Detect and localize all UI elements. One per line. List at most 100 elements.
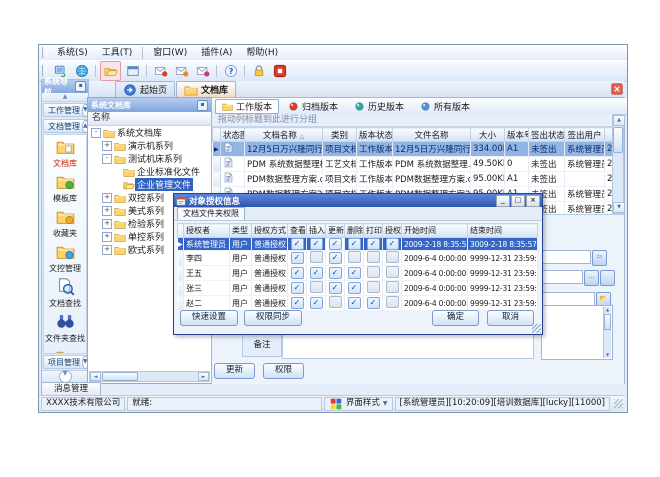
tree-horizontal-scrollbar[interactable]: ◄►	[89, 371, 210, 382]
scroll-right-icon[interactable]: ►	[198, 372, 209, 381]
dialog-permission-row-1[interactable]: 李四用户普通授权✓✓2009-6-4 0:00:009999-12-31 23:…	[178, 251, 538, 266]
grid-column-8[interactable]: 签出用户	[565, 128, 605, 142]
toolbar-button-open-folder[interactable]	[100, 61, 121, 81]
dialog-title-bar[interactable]: 对象授权信息_□×	[174, 194, 542, 207]
perm-checkbox[interactable]: ✓	[310, 297, 323, 309]
perm-checkbox[interactable]	[386, 281, 399, 293]
dialog-column-3[interactable]: 查看	[288, 224, 307, 238]
menu-item[interactable]: 插件(A)	[194, 46, 239, 60]
scroll-up-icon[interactable]: ▲	[613, 115, 625, 126]
perm-checkbox[interactable]: ✓	[329, 238, 342, 250]
grid-column-3[interactable]: 版本状态	[357, 128, 393, 142]
dialog-column-7[interactable]: 打印	[364, 224, 383, 238]
sidebar-item-2[interactable]: 收藏夹	[44, 205, 86, 240]
update-button[interactable]: 更新	[214, 363, 255, 379]
toolbar-button-help[interactable]: ?	[221, 62, 240, 80]
scroll-thumb[interactable]	[613, 127, 623, 153]
sidebar-item-6[interactable]: 签出的文档	[44, 345, 86, 354]
sidebar-item-3[interactable]: 文控管理	[44, 240, 86, 275]
grid-vertical-scrollbar[interactable]: ▲▼	[612, 114, 624, 214]
pin-icon[interactable]: ▪	[197, 100, 208, 111]
message-tab[interactable]: 消息管理	[41, 382, 101, 396]
perm-checkbox[interactable]: ✓	[329, 267, 342, 279]
quick-setup-button[interactable]: 快速设置	[180, 310, 238, 326]
form-input-1[interactable]	[541, 250, 591, 264]
dialog-resize-grip[interactable]	[532, 324, 541, 333]
sidebar-section-project[interactable]: 项目管理▼	[43, 355, 87, 369]
tree-name-column-header[interactable]: 名称	[88, 112, 211, 126]
tree-expander-plus[interactable]: +	[102, 232, 112, 242]
sidebar-item-0[interactable]: 文档库	[44, 135, 86, 170]
ellipsis-button[interactable]: …	[584, 270, 599, 286]
toolbar-button-mail-alert[interactable]	[193, 62, 212, 80]
perm-checkbox[interactable]: ✓	[348, 282, 361, 294]
dialog-column-8[interactable]: 授权	[383, 224, 402, 238]
dialog-column-10[interactable]: 结束时间	[468, 224, 538, 238]
perm-checkbox[interactable]: ✓	[329, 252, 342, 264]
scroll-thumb[interactable]	[604, 314, 611, 330]
ok-button[interactable]: 确定	[432, 310, 479, 326]
toolbar-button-lock[interactable]	[249, 62, 268, 80]
scroll-down-icon[interactable]: ▼	[604, 352, 611, 358]
perm-checkbox[interactable]: ✓	[291, 238, 304, 250]
form-textarea[interactable]: ▲▼	[541, 305, 613, 360]
perm-checkbox[interactable]: ✓	[291, 297, 304, 309]
version-tab-1[interactable]: 归档版本	[281, 99, 345, 114]
perm-checkbox[interactable]	[386, 296, 399, 308]
dialog-column-5[interactable]: 更新	[326, 224, 345, 238]
dialog-column-6[interactable]: 删除	[345, 224, 364, 238]
form-input-3[interactable]	[541, 292, 595, 306]
grid-column-2[interactable]: 类别	[323, 128, 357, 142]
perm-checkbox[interactable]: ✓	[348, 297, 361, 309]
close-icon[interactable]: ×	[526, 195, 540, 207]
dialog-tab-folder-permission[interactable]: 文档文件夹权限	[177, 207, 245, 220]
dialog-column-2[interactable]: 授权方式	[252, 224, 288, 238]
perm-checkbox[interactable]: ✓	[348, 238, 361, 250]
interface-style-selector[interactable]: 界面样式▼	[324, 397, 393, 411]
grid-column-4[interactable]: 文件名称	[393, 128, 471, 142]
dialog-permission-row-3[interactable]: 张三用户普通授权✓✓✓2009-6-4 0:00:009999-12-31 23…	[178, 281, 538, 296]
perm-checkbox[interactable]	[329, 296, 342, 308]
tree-expander-plus[interactable]: +	[102, 245, 112, 255]
grid-row-1[interactable]: PDM 系统数据整理检...工艺文档工作版本PDM 系统数据整理...49.50…	[213, 157, 613, 172]
minimize-icon[interactable]: _	[496, 195, 510, 207]
perm-checkbox[interactable]: ✓	[367, 297, 380, 309]
version-tab-0[interactable]: 工作版本	[215, 99, 279, 114]
perm-checkbox[interactable]: ✓	[348, 267, 361, 279]
toolbar-button-exit[interactable]	[270, 62, 289, 80]
textarea-scrollbar[interactable]: ▲▼	[603, 307, 611, 358]
sidebar-collapse-strip[interactable]: ▲	[42, 93, 88, 102]
dialog-column-1[interactable]: 类型	[230, 224, 252, 238]
ellipsis-button[interactable]: ▭	[592, 250, 607, 266]
perm-checkbox[interactable]	[310, 251, 323, 263]
sidebar-item-5[interactable]: 文件夹查找	[44, 310, 86, 345]
pin-icon[interactable]: ▪	[75, 81, 86, 92]
perm-checkbox[interactable]	[386, 266, 399, 278]
group-by-bar[interactable]: 拖动列标题到此进行分组	[212, 114, 624, 127]
tree-expander-plus[interactable]: +	[102, 219, 112, 229]
perm-checkbox[interactable]	[348, 251, 361, 263]
tree-expander-plus[interactable]: +	[102, 141, 112, 151]
sidebar-section-doc[interactable]: 文档管理▲	[43, 119, 87, 133]
grid-column-6[interactable]: 版本号	[505, 128, 529, 142]
tree-expander-minus[interactable]: -	[102, 154, 112, 164]
grid-column-7[interactable]: 签出状态	[529, 128, 565, 142]
toolbar-button-mail-new[interactable]	[151, 62, 170, 80]
small-button[interactable]	[600, 270, 615, 286]
scroll-thumb[interactable]	[102, 372, 138, 381]
menubar-grip[interactable]	[42, 47, 47, 58]
permission-button[interactable]: 权限	[263, 363, 304, 379]
tree-node-1[interactable]: +演示机系列	[88, 139, 211, 152]
scroll-down-icon[interactable]: ▼	[613, 202, 625, 213]
menu-item[interactable]: 系统(S)	[50, 46, 95, 60]
window-resize-grip[interactable]	[614, 399, 623, 408]
dialog-permission-row-2[interactable]: 王五用户普通授权✓✓✓✓2009-6-4 0:00:009999-12-31 2…	[178, 266, 538, 281]
close-icon[interactable]	[611, 83, 624, 95]
perm-checkbox[interactable]: ✓	[291, 252, 304, 264]
cancel-button[interactable]: 取消	[487, 310, 534, 326]
perm-checkbox[interactable]	[367, 281, 380, 293]
sidebar-item-4[interactable]: 文档查找	[44, 275, 86, 310]
perm-checkbox[interactable]: ✓	[291, 267, 304, 279]
dialog-permission-row-0[interactable]: ▶系统管理员用户普通授权✓✓✓✓✓✓2009-2-18 8:35:573009-…	[178, 238, 538, 251]
perm-checkbox[interactable]: ✓	[310, 267, 323, 279]
